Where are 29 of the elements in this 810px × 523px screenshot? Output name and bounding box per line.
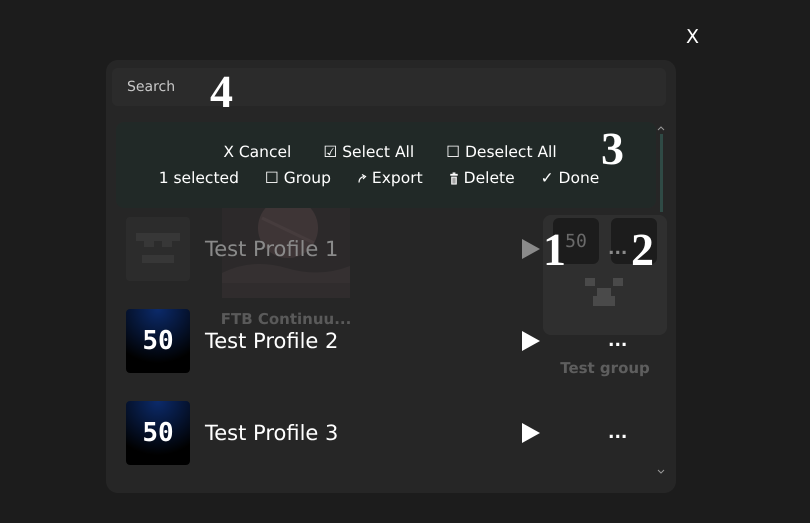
annotation-number: 3 xyxy=(601,126,624,172)
more-button[interactable]: ... xyxy=(608,332,628,350)
close-button[interactable]: X xyxy=(683,26,702,48)
play-button[interactable] xyxy=(522,331,540,351)
group-title: Test group xyxy=(560,361,650,376)
export-button[interactable]: Export xyxy=(356,167,423,189)
toolbar-button[interactable]: ☐ Deselect All xyxy=(446,141,557,163)
annotation-number: 2 xyxy=(631,227,654,273)
delete-button[interactable]: Delete xyxy=(448,167,515,189)
scrollbar-thumb[interactable] xyxy=(660,134,662,212)
play-button[interactable] xyxy=(522,423,540,443)
profile-name[interactable]: Test Profile 3 xyxy=(205,422,338,444)
profile-logo: 50 xyxy=(126,401,190,465)
trash-icon xyxy=(448,172,459,184)
profile-name[interactable]: Test Profile 1 xyxy=(205,238,338,260)
toolbar-button[interactable]: ☐ Group xyxy=(264,167,331,189)
more-button[interactable]: ... xyxy=(608,240,628,258)
profile-logo: 50 xyxy=(126,309,190,373)
chevron-down-icon[interactable] xyxy=(657,469,665,474)
toolbar-button[interactable]: X Cancel xyxy=(223,141,292,163)
annotation-number: 1 xyxy=(543,227,566,273)
more-button[interactable]: ... xyxy=(608,424,628,442)
selection-count: 1 selected xyxy=(158,168,239,189)
chevron-up-icon[interactable] xyxy=(657,126,665,131)
arrow-icon xyxy=(356,172,367,184)
annotation-number: 4 xyxy=(210,69,233,115)
toolbar-button[interactable]: ☑ Select All xyxy=(323,141,414,163)
profile-name[interactable]: Test Profile 2 xyxy=(205,330,338,352)
toolbar-button[interactable]: ✓ Done xyxy=(540,167,600,189)
